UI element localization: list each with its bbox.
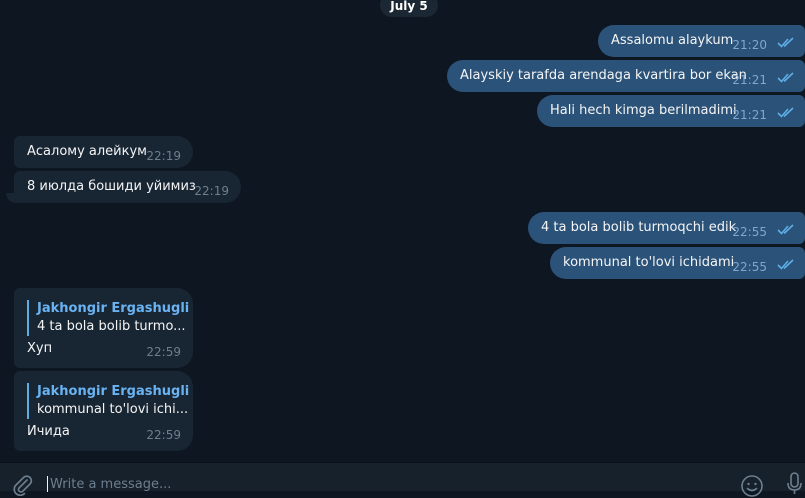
date-separator: July 5 (380, 0, 438, 17)
message-text: kommunal to'lovi ichidami (563, 255, 735, 270)
double-check-icon (777, 72, 794, 83)
double-check-icon (777, 107, 794, 118)
reply-quote[interactable]: Jakhongir Ergashugli 4 ta bola bolib tur… (27, 300, 190, 336)
message-text: Ичида (27, 424, 70, 439)
incoming-message[interactable]: Асалому алейкум 22:19 (14, 136, 193, 168)
message-text: Assalomu alaykum (611, 33, 734, 48)
double-check-icon (777, 37, 794, 48)
message-time: 22:59 (146, 428, 181, 442)
emoji-icon[interactable] (740, 474, 764, 498)
message-time: 22:19 (146, 149, 181, 163)
quote-author: Jakhongir Ergashugli (37, 301, 190, 316)
incoming-reply-message[interactable]: Jakhongir Ergashugli 4 ta bola bolib tur… (14, 288, 193, 368)
incoming-reply-message[interactable]: Jakhongir Ergashugli kommunal to'lovi ic… (14, 371, 193, 451)
message-time: 22:55 (732, 225, 767, 239)
outgoing-message[interactable]: 4 ta bola bolib turmoqchi edik 22:55 (528, 212, 805, 244)
message-time: 21:21 (732, 73, 767, 87)
message-text: Alayskiy tarafda arendaga kvartira bor e… (460, 68, 747, 83)
outgoing-message[interactable]: kommunal to'lovi ichidami 22:55 (550, 247, 805, 279)
outgoing-message[interactable]: Assalomu alaykum 21:20 (598, 25, 805, 57)
message-text: Асалому алейкум (27, 144, 147, 159)
double-check-icon (777, 259, 794, 270)
message-text: 8 июлда бошиди уйимиз (27, 179, 196, 194)
paperclip-icon[interactable] (12, 475, 34, 497)
message-time: 21:21 (732, 108, 767, 122)
quote-text: kommunal to'lovi ichi... (37, 402, 189, 417)
double-check-icon (777, 224, 794, 235)
message-text: Hali hech kimga berilmadimi (550, 103, 737, 118)
outgoing-message[interactable]: Alayskiy tarafda arendaga kvartira bor e… (447, 60, 805, 92)
quote-text: 4 ta bola bolib turmo... (37, 319, 186, 334)
reply-quote[interactable]: Jakhongir Ergashugli kommunal to'lovi ic… (27, 383, 190, 419)
message-text: 4 ta bola bolib turmoqchi edik (541, 220, 737, 235)
message-time: 22:59 (146, 345, 181, 359)
microphone-icon[interactable] (784, 471, 804, 495)
outgoing-message[interactable]: Hali hech kimga berilmadimi 21:21 (537, 95, 805, 127)
message-time: 22:55 (732, 260, 767, 274)
message-time: 22:19 (194, 184, 229, 198)
message-text: Хуп (27, 341, 53, 356)
message-composer: Write a message... (0, 462, 805, 497)
message-time: 21:20 (732, 38, 767, 52)
quote-author: Jakhongir Ergashugli (37, 384, 190, 399)
incoming-message[interactable]: 8 июлда бошиди уйимиз 22:19 (14, 171, 241, 203)
